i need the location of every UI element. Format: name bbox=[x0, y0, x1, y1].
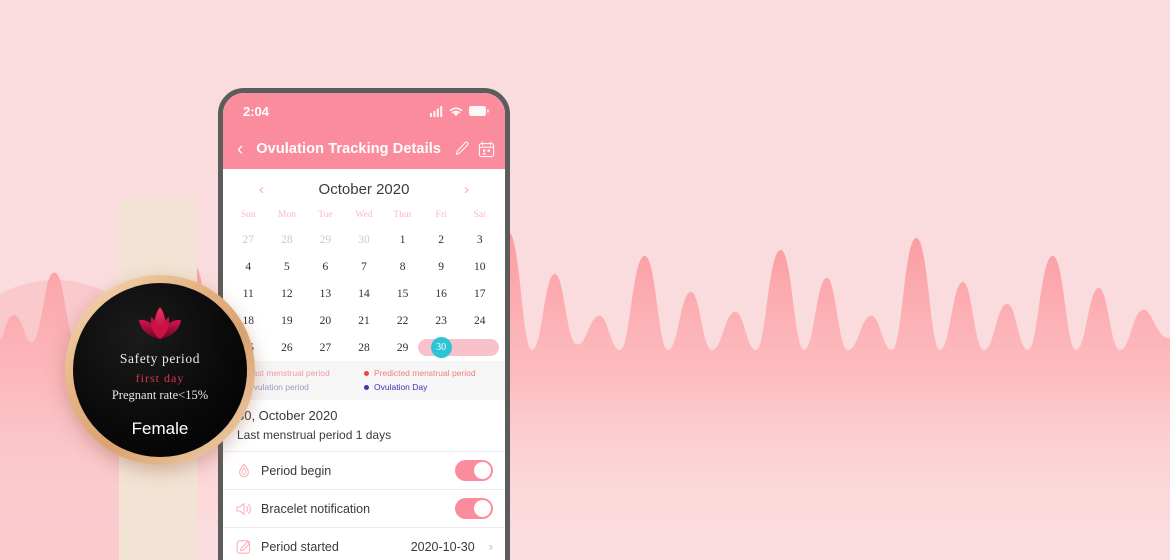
calendar-day[interactable]: 28 bbox=[345, 334, 384, 361]
legend-dot-icon bbox=[364, 370, 369, 376]
calendar-day[interactable]: 22 bbox=[383, 307, 422, 334]
settings-row-label: Period begin bbox=[261, 463, 332, 478]
calendar-day[interactable]: 9 bbox=[422, 253, 461, 280]
lotus-icon bbox=[139, 307, 181, 339]
smartwatch-mockup: Safety period first day Pregnant rate<15… bbox=[35, 200, 280, 560]
calendar-day[interactable]: 14 bbox=[345, 280, 384, 307]
calendar-day[interactable]: 29 bbox=[383, 334, 422, 361]
legend-dot-icon bbox=[364, 384, 369, 390]
weekday-tue: Tue bbox=[318, 210, 333, 220]
legend-item: Ovulation Day bbox=[364, 382, 491, 392]
watch-pregnancy-rate: Pregnant rate<15% bbox=[111, 388, 209, 402]
calendar-day[interactable]: 21 bbox=[345, 307, 384, 334]
toggle-switch[interactable] bbox=[455, 460, 493, 481]
weekday-wed: Wed bbox=[355, 210, 373, 220]
calendar-day[interactable]: 6 bbox=[306, 253, 345, 280]
page-title: Ovulation Tracking Details bbox=[256, 141, 442, 157]
watch-screen[interactable]: Safety period first day Pregnant rate<15… bbox=[73, 283, 247, 457]
calendar-day[interactable]: 23 bbox=[422, 307, 461, 334]
watch-band-bottom bbox=[119, 450, 197, 560]
back-button[interactable]: ‹ bbox=[237, 140, 243, 159]
status-bar-time: 2:04 bbox=[243, 103, 270, 119]
calendar-day[interactable]: 10 bbox=[460, 253, 499, 280]
settings-row-value: 2020-10-30 bbox=[410, 539, 475, 554]
legend-item: Predicted menstrual period bbox=[364, 368, 491, 378]
calendar-day[interactable]: 8 bbox=[383, 253, 422, 280]
legend-label: Predicted menstrual period bbox=[374, 368, 476, 378]
watch-status-label: Safety period bbox=[119, 351, 201, 366]
calendar-day[interactable]: 29 bbox=[306, 226, 345, 253]
watch-mode-label: Female bbox=[131, 419, 189, 438]
calendar-day[interactable]: 7 bbox=[345, 253, 384, 280]
calendar-day[interactable]: 27 bbox=[306, 334, 345, 361]
calendar-day[interactable]: 13 bbox=[306, 280, 345, 307]
app-header: ‹ Ovulation Tracking Details bbox=[223, 129, 505, 169]
next-month-button[interactable]: › bbox=[464, 181, 469, 198]
current-month-label: October 2020 bbox=[318, 181, 410, 198]
calendar-day[interactable]: 31 bbox=[460, 334, 499, 361]
watch-day-label: first day bbox=[135, 371, 185, 385]
calendar-day[interactable]: 24 bbox=[460, 307, 499, 334]
toggle-switch[interactable] bbox=[455, 498, 493, 519]
weekday-sat: Sat bbox=[473, 210, 486, 220]
battery-icon bbox=[469, 106, 489, 116]
weekday-fri: Fri bbox=[435, 210, 447, 220]
pen-icon[interactable] bbox=[454, 141, 470, 157]
status-bar: 2:04 bbox=[223, 93, 505, 129]
wifi-icon bbox=[449, 107, 463, 116]
settings-row-label: Bracelet notification bbox=[261, 501, 371, 516]
signal-icon bbox=[430, 105, 443, 117]
calendar-day-selected[interactable]: 30 bbox=[422, 334, 461, 361]
calendar-day[interactable]: 3 bbox=[460, 226, 499, 253]
calendar-day[interactable]: 20 bbox=[306, 307, 345, 334]
calendar-day[interactable]: 16 bbox=[422, 280, 461, 307]
watch-case: Safety period first day Pregnant rate<15… bbox=[65, 275, 255, 465]
chevron-right-icon: › bbox=[488, 539, 493, 554]
calendar-day[interactable]: 1 bbox=[383, 226, 422, 253]
calendar-icon[interactable] bbox=[478, 140, 495, 158]
calendar-day[interactable]: 17 bbox=[460, 280, 499, 307]
settings-row-label: Period started bbox=[261, 539, 339, 554]
weekday-thur: Thur bbox=[393, 210, 412, 220]
calendar-day[interactable]: 30 bbox=[345, 226, 384, 253]
legend-label: Ovulation Day bbox=[374, 382, 428, 392]
calendar-day[interactable]: 2 bbox=[422, 226, 461, 253]
calendar-day[interactable]: 15 bbox=[383, 280, 422, 307]
prev-month-button[interactable]: ‹ bbox=[259, 181, 264, 198]
